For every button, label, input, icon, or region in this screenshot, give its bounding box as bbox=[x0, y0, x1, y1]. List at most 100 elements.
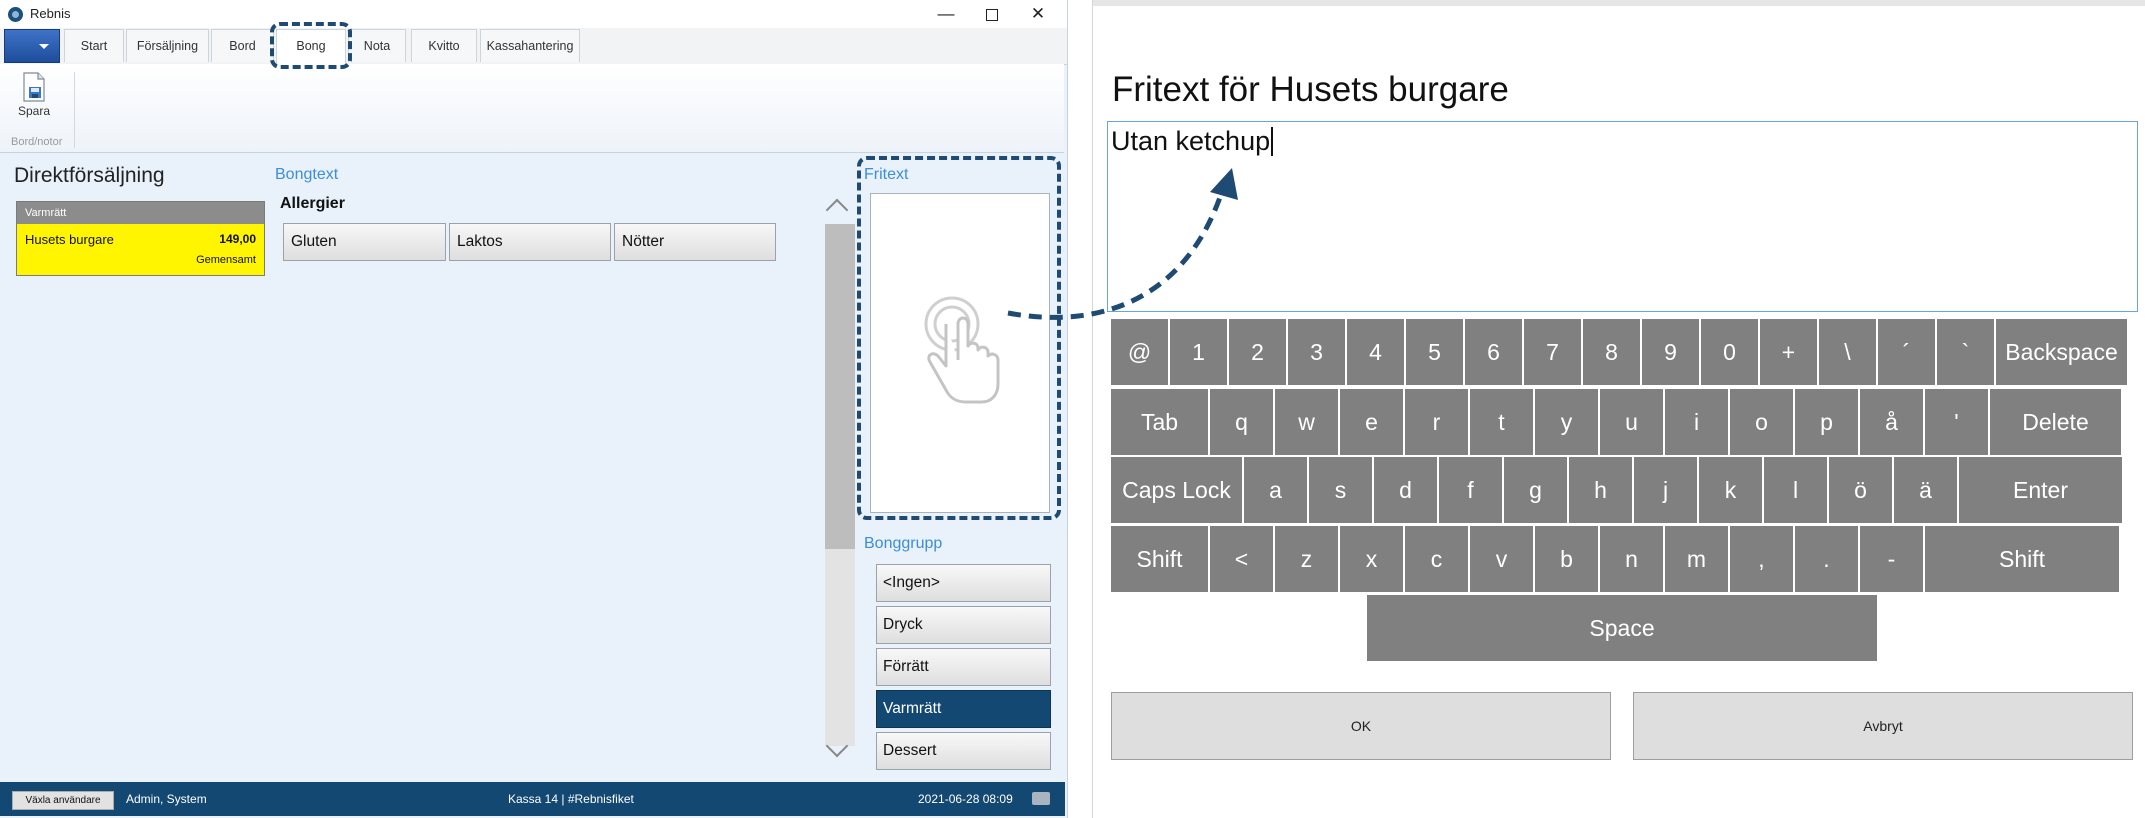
fritext-textarea[interactable]: Utan ketchup bbox=[1107, 121, 2138, 312]
key-ö[interactable]: ö bbox=[1829, 457, 1892, 523]
allergy-button-laktos[interactable]: Laktos bbox=[449, 223, 611, 261]
cancel-button[interactable]: Avbryt bbox=[1633, 692, 2133, 760]
key-tab[interactable]: Tab bbox=[1111, 389, 1208, 455]
key-symbol[interactable]: . bbox=[1795, 526, 1858, 592]
key-x[interactable]: x bbox=[1340, 526, 1403, 592]
key-symbol[interactable]: - bbox=[1860, 526, 1923, 592]
key-symbol[interactable]: \ bbox=[1819, 319, 1876, 385]
key-5[interactable]: 5 bbox=[1406, 319, 1463, 385]
text-caret bbox=[1271, 127, 1274, 156]
key-v[interactable]: v bbox=[1470, 526, 1533, 592]
save-button[interactable]: Spara bbox=[14, 72, 54, 128]
key-f[interactable]: f bbox=[1439, 457, 1502, 523]
order-item-group: Gemensamt bbox=[196, 254, 256, 266]
status-user: Admin, System bbox=[126, 792, 207, 806]
app-title: Rebnis bbox=[30, 6, 71, 21]
key-7[interactable]: 7 bbox=[1524, 319, 1581, 385]
key-symbol[interactable]: ´ bbox=[1878, 319, 1935, 385]
key-c[interactable]: c bbox=[1405, 526, 1468, 592]
fritext-dialog: Fritext för Husets burgare Utan ketchup … bbox=[1092, 0, 2145, 818]
key-a[interactable]: a bbox=[1244, 457, 1307, 523]
key-8[interactable]: 8 bbox=[1583, 319, 1640, 385]
bonggrupp-button-varmratt[interactable]: Varmrätt bbox=[876, 690, 1051, 728]
key-6[interactable]: 6 bbox=[1465, 319, 1522, 385]
order-item-card[interactable]: Varmrätt Husets burgare 149,00 Gemensamt bbox=[16, 201, 265, 276]
ok-button[interactable]: OK bbox=[1111, 692, 1611, 760]
save-document-icon bbox=[22, 72, 46, 102]
tab-nota[interactable]: Nota bbox=[348, 29, 406, 62]
bonggrupp-button-ingen[interactable]: <Ingen> bbox=[876, 564, 1051, 602]
bonggrupp-button-forratt[interactable]: Förrätt bbox=[876, 648, 1051, 686]
ribbon-group-label: Bord/notor bbox=[11, 136, 63, 148]
app-menu-button[interactable] bbox=[4, 29, 60, 63]
tab-bord[interactable]: Bord bbox=[211, 29, 274, 62]
key-symbol[interactable]: @ bbox=[1111, 319, 1168, 385]
key-symbol[interactable]: + bbox=[1760, 319, 1817, 385]
bonggrupp-button-dryck[interactable]: Dryck bbox=[876, 606, 1051, 644]
key-shift[interactable]: Shift bbox=[1925, 526, 2119, 592]
key-u[interactable]: u bbox=[1600, 389, 1663, 455]
tab-forsaljning[interactable]: Försäljning bbox=[126, 29, 209, 62]
key-backspace[interactable]: Backspace bbox=[1996, 319, 2127, 385]
key-p[interactable]: p bbox=[1795, 389, 1858, 455]
key-j[interactable]: j bbox=[1634, 457, 1697, 523]
allergy-button-notter[interactable]: Nötter bbox=[614, 223, 776, 261]
key-1[interactable]: 1 bbox=[1170, 319, 1227, 385]
key-b[interactable]: b bbox=[1535, 526, 1598, 592]
key-delete[interactable]: Delete bbox=[1990, 389, 2121, 455]
key-2[interactable]: 2 bbox=[1229, 319, 1286, 385]
key-l[interactable]: l bbox=[1764, 457, 1827, 523]
key-3[interactable]: 3 bbox=[1288, 319, 1345, 385]
key-r[interactable]: r bbox=[1405, 389, 1468, 455]
key-s[interactable]: s bbox=[1309, 457, 1372, 523]
key-w[interactable]: w bbox=[1275, 389, 1338, 455]
key-caps-lock[interactable]: Caps Lock bbox=[1111, 457, 1242, 523]
key-space[interactable]: Space bbox=[1367, 595, 1877, 661]
maximize-button[interactable] bbox=[972, 2, 1012, 26]
status-bar: Växla användare Admin, System Kassa 14 |… bbox=[0, 782, 1065, 816]
scroll-thumb[interactable] bbox=[825, 224, 855, 549]
allergy-button-gluten[interactable]: Gluten bbox=[283, 223, 446, 261]
key-g[interactable]: g bbox=[1504, 457, 1567, 523]
key-ä[interactable]: ä bbox=[1894, 457, 1957, 523]
close-button[interactable]: ✕ bbox=[1018, 2, 1058, 26]
key-symbol[interactable]: < bbox=[1210, 526, 1273, 592]
keyboard-icon[interactable] bbox=[1032, 792, 1050, 805]
order-item-category: Varmrätt bbox=[17, 202, 264, 224]
key-m[interactable]: m bbox=[1665, 526, 1728, 592]
key-z[interactable]: z bbox=[1275, 526, 1338, 592]
key-d[interactable]: d bbox=[1374, 457, 1437, 523]
key-i[interactable]: i bbox=[1665, 389, 1728, 455]
ribbon-tab-bar: Start Försäljning Bord Bong Nota Kvitto … bbox=[0, 28, 1067, 65]
key-shift[interactable]: Shift bbox=[1111, 526, 1208, 592]
minimize-button[interactable]: — bbox=[926, 2, 966, 26]
key-symbol[interactable]: ` bbox=[1937, 319, 1994, 385]
tab-start[interactable]: Start bbox=[64, 29, 124, 62]
key-symbol[interactable]: ' bbox=[1925, 389, 1988, 455]
key-n[interactable]: n bbox=[1600, 526, 1663, 592]
save-button-label: Spara bbox=[17, 104, 51, 118]
key-o[interactable]: o bbox=[1730, 389, 1793, 455]
bonggrupp-button-dessert[interactable]: Dessert bbox=[876, 732, 1051, 770]
scrollbar[interactable] bbox=[825, 198, 855, 763]
app-logo-icon bbox=[8, 7, 23, 22]
ribbon-separator bbox=[74, 72, 75, 148]
key-4[interactable]: 4 bbox=[1347, 319, 1404, 385]
key-t[interactable]: t bbox=[1470, 389, 1533, 455]
status-datetime: 2021-06-28 08:09 bbox=[918, 792, 1013, 806]
key-symbol[interactable]: , bbox=[1730, 526, 1793, 592]
key-0[interactable]: 0 bbox=[1701, 319, 1758, 385]
key-enter[interactable]: Enter bbox=[1959, 457, 2122, 523]
key-q[interactable]: q bbox=[1210, 389, 1273, 455]
tab-kvitto[interactable]: Kvitto bbox=[411, 29, 477, 62]
key-e[interactable]: e bbox=[1340, 389, 1403, 455]
key-y[interactable]: y bbox=[1535, 389, 1598, 455]
status-register: Kassa 14 | #Rebnisfiket bbox=[508, 792, 634, 806]
key-9[interactable]: 9 bbox=[1642, 319, 1699, 385]
scroll-up-icon[interactable] bbox=[825, 198, 849, 222]
key-h[interactable]: h bbox=[1569, 457, 1632, 523]
tab-kassahantering[interactable]: Kassahantering bbox=[480, 29, 580, 62]
key-k[interactable]: k bbox=[1699, 457, 1762, 523]
switch-user-button[interactable]: Växla användare bbox=[12, 791, 114, 810]
key-å[interactable]: å bbox=[1860, 389, 1923, 455]
